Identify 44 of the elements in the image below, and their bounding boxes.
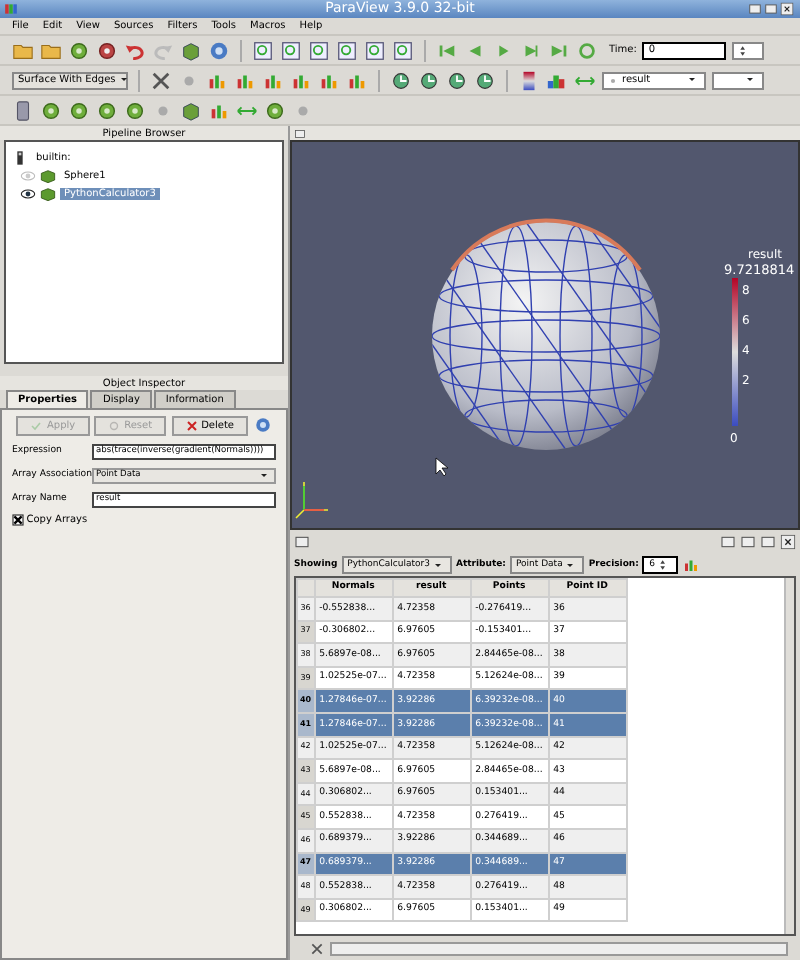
close-button[interactable] [780, 534, 796, 550]
zoom-icon[interactable] [252, 39, 274, 61]
zoom-icon[interactable] [392, 39, 414, 61]
view-icon[interactable] [294, 127, 306, 139]
zoom-icon[interactable] [308, 39, 330, 61]
caret-icon [688, 74, 700, 86]
color-legend-icon[interactable] [518, 69, 540, 91]
caret-icon [434, 559, 446, 571]
checkbox[interactable] [12, 513, 24, 526]
close-button[interactable] [780, 2, 794, 16]
caret-icon [746, 74, 758, 86]
cube-icon[interactable] [180, 39, 202, 61]
toggle-icon[interactable] [310, 941, 324, 955]
maximize-button[interactable] [760, 534, 776, 550]
table-corner [297, 579, 315, 597]
caret-icon [566, 559, 579, 571]
scrollbar[interactable] [784, 578, 794, 934]
column-toggle-icon[interactable] [682, 556, 701, 574]
split-horizontal-button[interactable] [720, 534, 736, 550]
reset-icon [108, 420, 121, 432]
split-vertical-button[interactable] [740, 534, 756, 550]
app-logo-icon [4, 2, 18, 16]
axes-icon [295, 481, 329, 519]
component-dropdown[interactable] [712, 71, 764, 89]
apply-icon [30, 420, 43, 432]
caret-icon [260, 470, 272, 482]
spin-box[interactable] [732, 41, 765, 59]
server-icon [12, 149, 28, 165]
cursor-icon [435, 457, 449, 477]
eye-icon[interactable] [20, 185, 36, 201]
open-icon[interactable] [12, 39, 34, 61]
view-icon[interactable] [294, 534, 310, 550]
folder-icon[interactable] [40, 39, 62, 61]
horizontal-scrollbar[interactable] [330, 941, 788, 955]
zoom-icon[interactable] [280, 39, 302, 61]
zoom-icon[interactable] [364, 39, 386, 61]
point-data-icon [608, 75, 618, 85]
zoom-icon[interactable] [336, 39, 358, 61]
maximize-button[interactable] [763, 2, 778, 16]
delete-icon [185, 420, 198, 432]
minimize-button[interactable] [747, 2, 761, 16]
calculator-icon[interactable] [12, 99, 34, 121]
cross-icon[interactable] [150, 69, 172, 91]
caret-icon [119, 74, 132, 86]
